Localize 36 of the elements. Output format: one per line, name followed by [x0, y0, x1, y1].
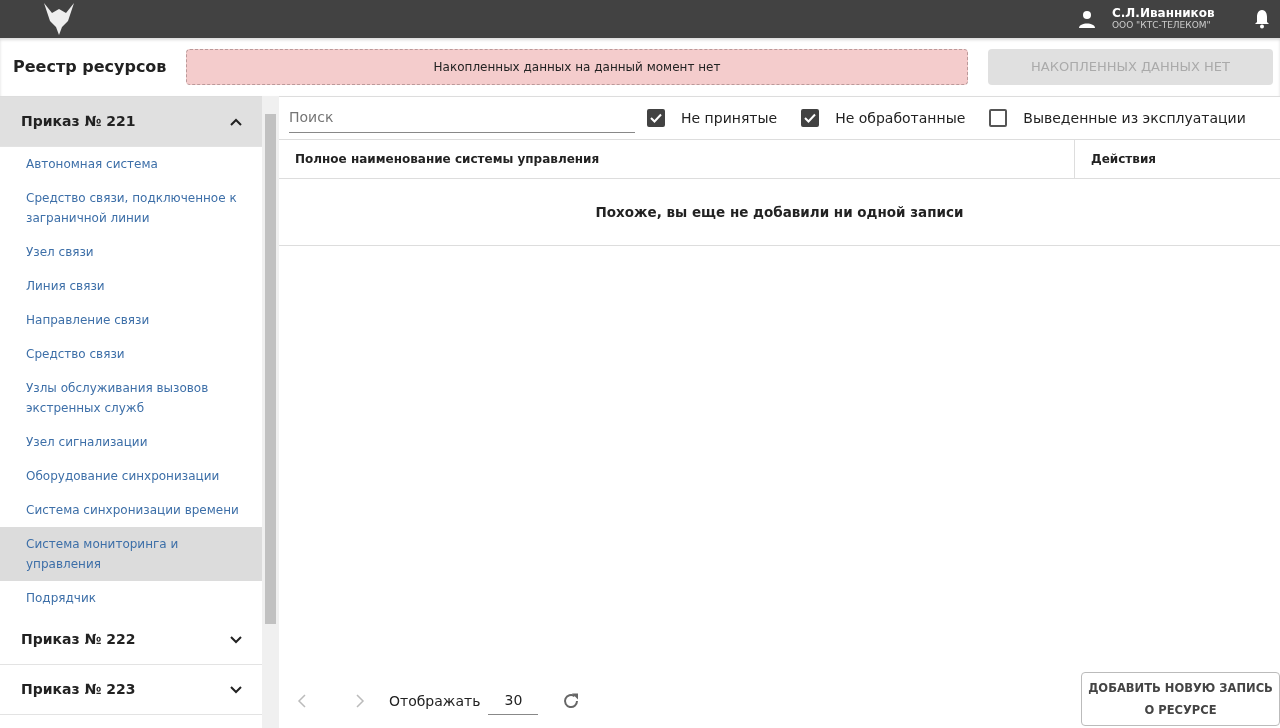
sidebar-item[interactable]: Узел сигнализации: [0, 425, 262, 459]
page-size-field[interactable]: 30: [488, 687, 539, 715]
page-title: Реестр ресурсов: [12, 56, 168, 78]
sidebar-item[interactable]: Узлы обслуживания вызовов экстренных служб: [0, 371, 262, 425]
chevron-icon: [230, 685, 242, 694]
sidebar-item[interactable]: Система мониторинга и управления: [0, 527, 262, 581]
checkbox[interactable]: [989, 109, 1008, 127]
sidebar-item[interactable]: Узел связи: [0, 235, 262, 269]
user-organization: ООО "КТС-ТЕЛЕКОМ": [1112, 20, 1212, 31]
sidebar-item[interactable]: Оборудование синхронизации: [0, 459, 262, 493]
notification-bell-icon[interactable]: [1254, 9, 1270, 29]
sidebar-item[interactable]: Средство связи: [0, 337, 262, 371]
sidebar-group[interactable]: Приказ № 221: [0, 97, 262, 147]
empty-table-message: Похоже, вы еще не добавили ни одной записи: [595, 202, 964, 222]
chevron-icon: [230, 117, 242, 126]
filter-label: Не принятые: [681, 108, 778, 128]
sidebar-item[interactable]: Средство связи, подключенное к заграничной линии: [0, 181, 262, 235]
page-size-label: Отображать: [389, 691, 481, 711]
alert-message: Накопленных данных на данный момент нет: [186, 49, 968, 85]
user-name: С.Л.Иванников: [1112, 7, 1216, 21]
checkbox[interactable]: [801, 109, 820, 127]
sidebar-item[interactable]: Автономная система: [0, 147, 262, 181]
filter-label: Не обработанные: [835, 108, 966, 128]
sidebar-item[interactable]: Линия связи: [0, 269, 262, 303]
filter-label: Выведенные из эксплуатации: [1023, 108, 1246, 128]
sidebar-item[interactable]: Направление связи: [0, 303, 262, 337]
add-record-button[interactable]: ДОБАВИТЬ НОВУЮ ЗАПИСЬ О РЕСУРСЕ: [1081, 672, 1280, 726]
column-header: Полное наименование системы управления: [294, 151, 601, 168]
sidebar-item[interactable]: Система синхронизации времени: [0, 493, 262, 527]
scrollbar[interactable]: [262, 96, 279, 728]
sidebar-item[interactable]: Подрядчик: [0, 581, 262, 615]
checkbox[interactable]: [647, 109, 665, 127]
column-header: Действия: [1074, 140, 1280, 178]
chevron-icon: [230, 635, 242, 644]
user-icon[interactable]: [1078, 10, 1096, 28]
refresh-icon[interactable]: [562, 692, 581, 710]
